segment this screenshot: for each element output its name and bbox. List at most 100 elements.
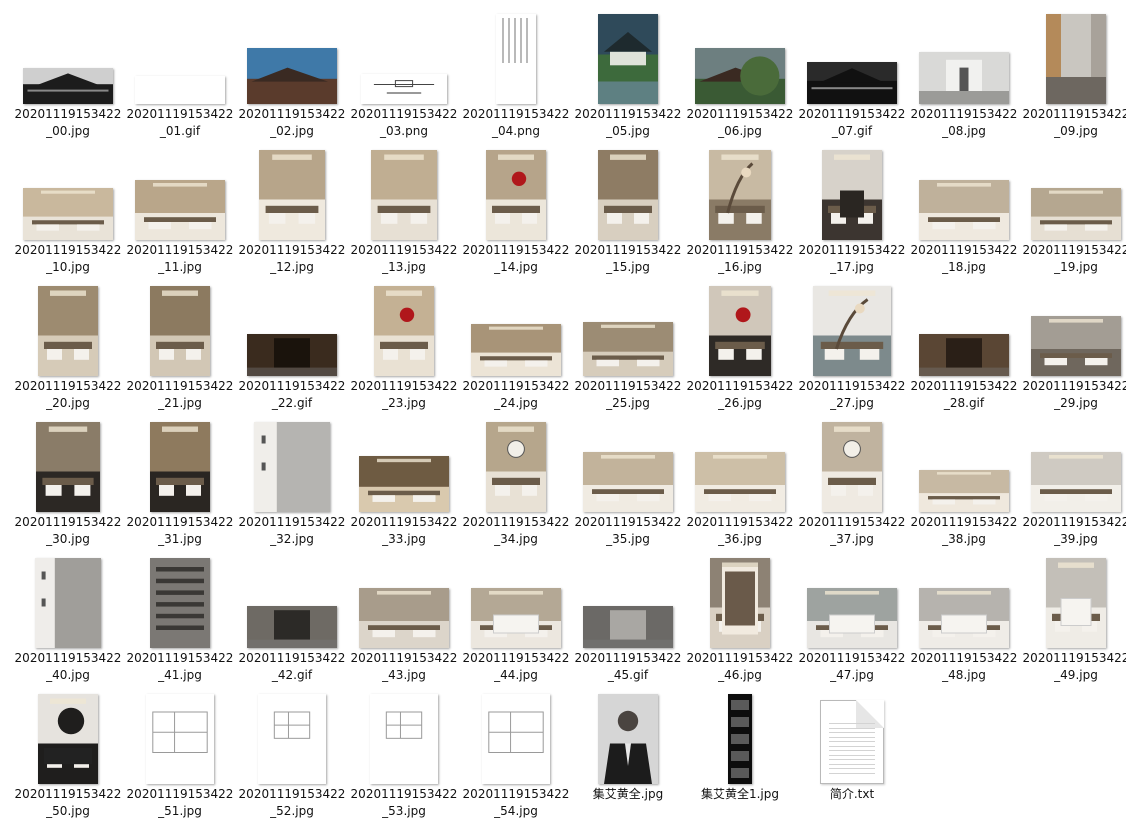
- file-name-label[interactable]: 20201119153422_40.jpg: [12, 650, 124, 684]
- file-item[interactable]: 20201119153422_20.jpg: [12, 284, 124, 420]
- image-thumbnail[interactable]: [583, 452, 673, 512]
- file-thumbnail-area[interactable]: [124, 556, 236, 648]
- file-name-label[interactable]: 20201119153422_03.png: [348, 106, 460, 140]
- file-thumbnail-area[interactable]: [124, 148, 236, 240]
- file-item[interactable]: 20201119153422_54.jpg: [460, 692, 572, 828]
- file-item[interactable]: 20201119153422_34.jpg: [460, 420, 572, 556]
- file-item[interactable]: 20201119153422_50.jpg: [12, 692, 124, 828]
- file-item[interactable]: 20201119153422_35.jpg: [572, 420, 684, 556]
- file-item[interactable]: 20201119153422_29.jpg: [1020, 284, 1126, 420]
- file-item[interactable]: 20201119153422_27.jpg: [796, 284, 908, 420]
- image-thumbnail[interactable]: [150, 558, 210, 648]
- image-thumbnail[interactable]: [822, 422, 882, 512]
- file-item[interactable]: 20201119153422_46.jpg: [684, 556, 796, 692]
- file-thumbnail-area[interactable]: [236, 556, 348, 648]
- image-thumbnail[interactable]: [1046, 558, 1106, 648]
- image-thumbnail[interactable]: [135, 180, 225, 240]
- image-thumbnail[interactable]: [1031, 452, 1121, 512]
- image-thumbnail[interactable]: [1046, 14, 1106, 104]
- image-thumbnail[interactable]: [709, 286, 771, 376]
- image-thumbnail[interactable]: [254, 422, 330, 512]
- file-item[interactable]: 20201119153422_26.jpg: [684, 284, 796, 420]
- file-name-label[interactable]: 20201119153422_38.jpg: [908, 514, 1020, 548]
- file-item[interactable]: 20201119153422_36.jpg: [684, 420, 796, 556]
- file-thumbnail-area[interactable]: [236, 148, 348, 240]
- file-item[interactable]: 20201119153422_51.jpg: [124, 692, 236, 828]
- file-name-label[interactable]: 20201119153422_12.jpg: [236, 242, 348, 276]
- image-thumbnail[interactable]: [482, 694, 550, 784]
- file-item[interactable]: 20201119153422_23.jpg: [348, 284, 460, 420]
- image-thumbnail[interactable]: [598, 694, 658, 784]
- file-name-label[interactable]: 20201119153422_43.jpg: [348, 650, 460, 684]
- file-name-label[interactable]: 20201119153422_48.jpg: [908, 650, 1020, 684]
- file-item[interactable]: 20201119153422_10.jpg: [12, 148, 124, 284]
- file-thumbnail-area[interactable]: [1020, 556, 1126, 648]
- file-item[interactable]: 20201119153422_31.jpg: [124, 420, 236, 556]
- file-name-label[interactable]: 20201119153422_10.jpg: [12, 242, 124, 276]
- file-item[interactable]: 20201119153422_45.gif: [572, 556, 684, 692]
- file-item[interactable]: 20201119153422_48.jpg: [908, 556, 1020, 692]
- file-name-label[interactable]: 20201119153422_44.jpg: [460, 650, 572, 684]
- file-thumbnail-area[interactable]: [908, 12, 1020, 104]
- file-thumbnail-area[interactable]: [460, 692, 572, 784]
- image-thumbnail[interactable]: [710, 558, 770, 648]
- file-name-label[interactable]: 20201119153422_52.jpg: [236, 786, 348, 820]
- file-name-label[interactable]: 20201119153422_01.gif: [124, 106, 236, 140]
- image-thumbnail[interactable]: [247, 606, 337, 648]
- file-item[interactable]: 20201119153422_17.jpg: [796, 148, 908, 284]
- image-thumbnail[interactable]: [1031, 188, 1121, 240]
- image-thumbnail[interactable]: [370, 694, 438, 784]
- image-thumbnail[interactable]: [258, 694, 326, 784]
- image-thumbnail[interactable]: [486, 422, 546, 512]
- file-name-label[interactable]: 20201119153422_05.jpg: [572, 106, 684, 140]
- file-name-label[interactable]: 20201119153422_17.jpg: [796, 242, 908, 276]
- image-thumbnail[interactable]: [1031, 316, 1121, 376]
- file-item[interactable]: 20201119153422_30.jpg: [12, 420, 124, 556]
- file-thumbnail-area[interactable]: [348, 284, 460, 376]
- file-thumbnail-area[interactable]: [460, 284, 572, 376]
- file-thumbnail-area[interactable]: [460, 148, 572, 240]
- file-thumbnail-area[interactable]: [124, 284, 236, 376]
- image-thumbnail[interactable]: [919, 588, 1009, 648]
- file-thumbnail-area[interactable]: [796, 148, 908, 240]
- file-thumbnail-area[interactable]: [460, 420, 572, 512]
- file-name-label[interactable]: 20201119153422_42.gif: [236, 650, 348, 684]
- image-thumbnail[interactable]: [919, 52, 1009, 104]
- file-name-label[interactable]: 20201119153422_36.jpg: [684, 514, 796, 548]
- file-thumbnail-area[interactable]: [12, 692, 124, 784]
- image-thumbnail[interactable]: [598, 14, 658, 104]
- image-thumbnail[interactable]: [38, 286, 98, 376]
- file-name-label[interactable]: 20201119153422_53.jpg: [348, 786, 460, 820]
- file-thumbnail-area[interactable]: [796, 12, 908, 104]
- image-thumbnail[interactable]: [35, 558, 101, 648]
- file-item[interactable]: 20201119153422_04.png: [460, 12, 572, 148]
- image-thumbnail[interactable]: [695, 48, 785, 104]
- file-item[interactable]: 20201119153422_22.gif: [236, 284, 348, 420]
- image-thumbnail[interactable]: [359, 456, 449, 512]
- file-name-label[interactable]: 20201119153422_39.jpg: [1020, 514, 1126, 548]
- file-thumbnail-area[interactable]: [684, 284, 796, 376]
- file-name-label[interactable]: 20201119153422_35.jpg: [572, 514, 684, 548]
- file-thumbnail-area[interactable]: [1020, 284, 1126, 376]
- file-thumbnail-area[interactable]: [796, 420, 908, 512]
- file-thumbnail-area[interactable]: [796, 284, 908, 376]
- file-name-label[interactable]: 20201119153422_21.jpg: [124, 378, 236, 412]
- image-thumbnail[interactable]: [919, 334, 1009, 376]
- image-thumbnail[interactable]: [919, 470, 1009, 512]
- file-thumbnail-area[interactable]: [796, 556, 908, 648]
- file-name-label[interactable]: 简介.txt: [796, 786, 908, 803]
- file-thumbnail-area[interactable]: [684, 556, 796, 648]
- file-item[interactable]: 20201119153422_49.jpg: [1020, 556, 1126, 692]
- file-item[interactable]: 20201119153422_32.jpg: [236, 420, 348, 556]
- file-thumbnail-area[interactable]: [908, 556, 1020, 648]
- file-item[interactable]: 20201119153422_21.jpg: [124, 284, 236, 420]
- image-thumbnail[interactable]: [695, 452, 785, 512]
- image-thumbnail[interactable]: [38, 694, 98, 784]
- file-item[interactable]: 集艾黄全1.jpg: [684, 692, 796, 828]
- file-name-label[interactable]: 20201119153422_41.jpg: [124, 650, 236, 684]
- file-item[interactable]: 20201119153422_01.gif: [124, 12, 236, 148]
- image-thumbnail[interactable]: [709, 150, 771, 240]
- file-item[interactable]: 20201119153422_13.jpg: [348, 148, 460, 284]
- image-thumbnail[interactable]: [822, 150, 882, 240]
- file-name-label[interactable]: 20201119153422_30.jpg: [12, 514, 124, 548]
